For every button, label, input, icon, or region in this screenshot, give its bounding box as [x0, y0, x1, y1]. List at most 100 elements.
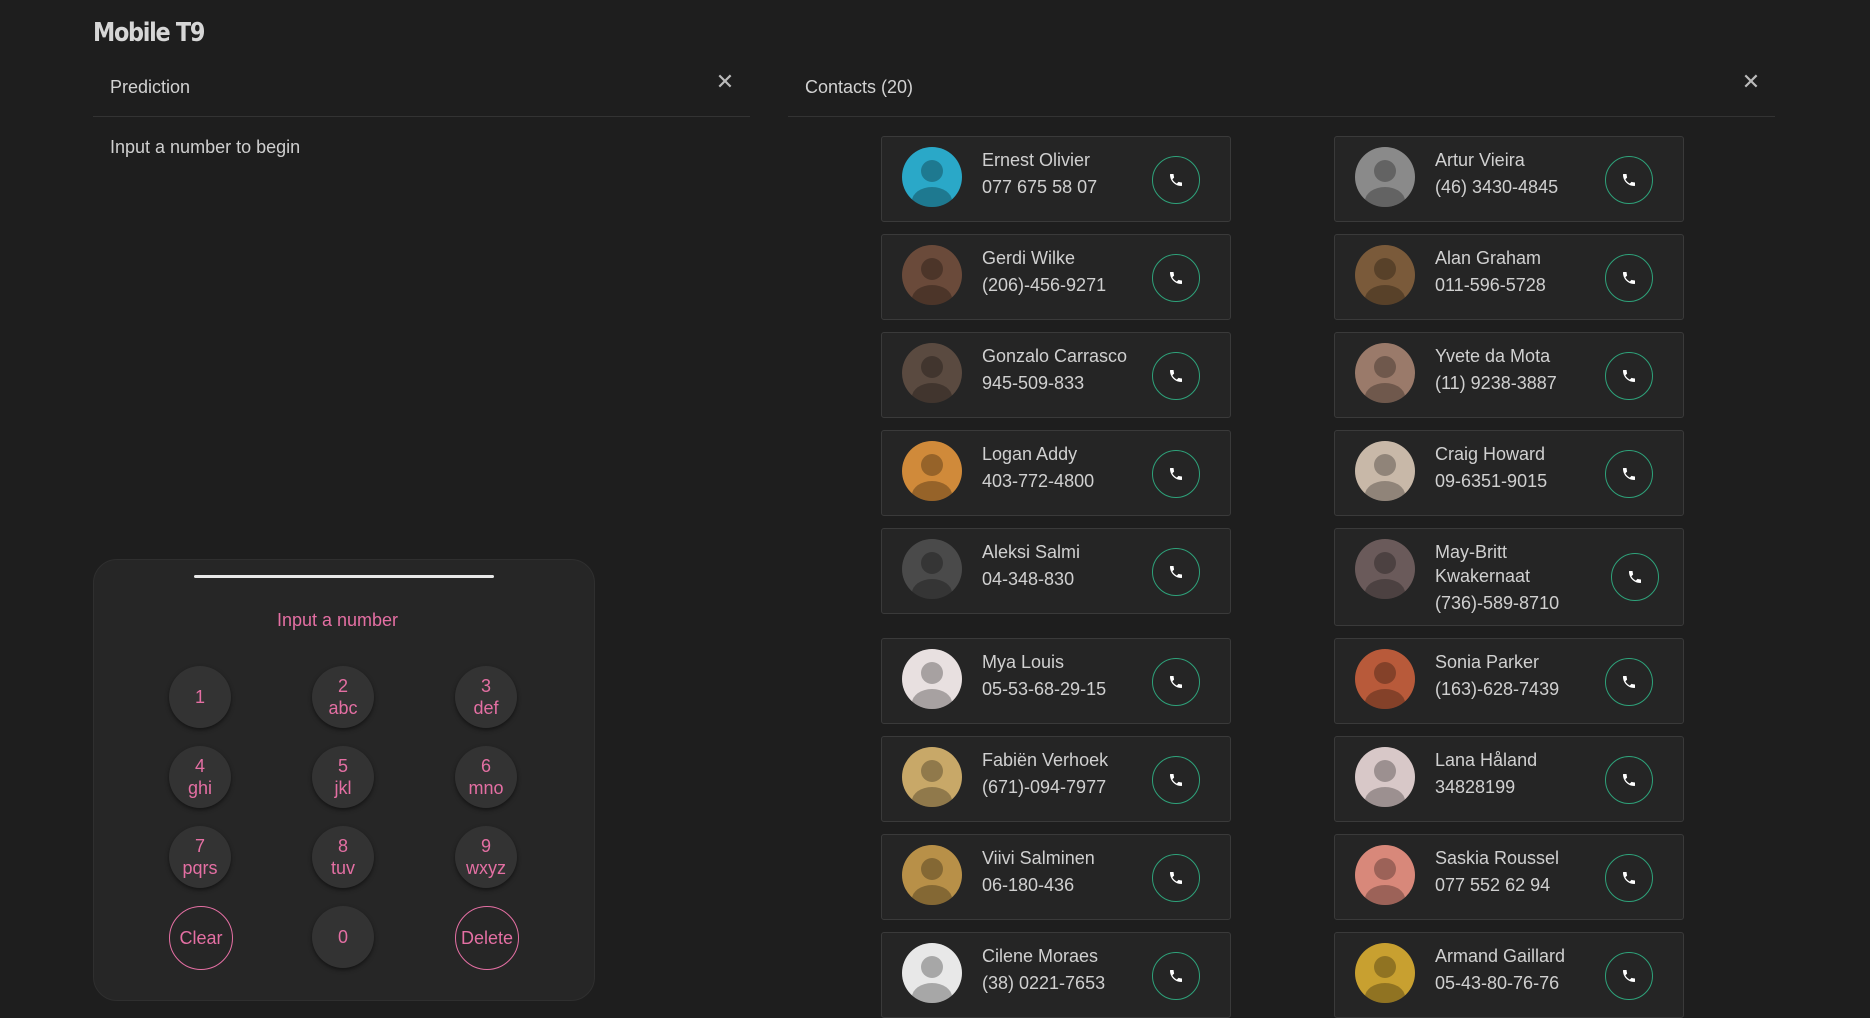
phone-icon [1621, 270, 1637, 286]
phone-icon [1621, 674, 1637, 690]
key-digit: 5 [337, 756, 348, 776]
key-digit: 7 [194, 836, 205, 856]
contact-name: Logan Addy [982, 444, 1078, 464]
call-button[interactable] [1605, 254, 1653, 302]
key-4[interactable]: 4 ghi [169, 746, 231, 808]
contact-phone: 077 552 62 94 [1435, 875, 1551, 895]
close-icon[interactable]: ✕ [1741, 71, 1761, 93]
key-1[interactable]: 1 [169, 666, 231, 728]
key-3[interactable]: 3 def [455, 666, 517, 728]
contact-name: Artur Vieira [1435, 150, 1525, 170]
contact-phone: 945-509-833 [982, 373, 1085, 393]
contacts-header: Contacts (20) ✕ [788, 68, 1775, 117]
contact-name: Gerdi Wilke [982, 248, 1076, 268]
delete-button[interactable]: Delete [455, 906, 519, 970]
contact-name: Sonia Parker [1435, 652, 1540, 672]
avatar [1355, 343, 1415, 403]
call-button[interactable] [1605, 952, 1653, 1000]
contact-name: Aleksi Salmi [982, 542, 1081, 562]
avatar [1355, 147, 1415, 207]
contact-phone: (736)-589-8710 [1435, 593, 1560, 613]
call-button[interactable] [1152, 548, 1200, 596]
contact-name: Yvete da Mota [1435, 346, 1551, 366]
contact-phone: 011-596-5728 [1435, 275, 1546, 295]
contact-card: Armand Gaillard 05-43-80-76-76 [1334, 932, 1684, 1018]
phone-icon [1168, 172, 1184, 188]
call-button[interactable] [1611, 553, 1659, 601]
contact-phone: (38) 0221-7653 [982, 973, 1106, 993]
key-letters: pqrs [182, 858, 218, 878]
contact-phone: 05-53-68-29-15 [982, 679, 1107, 699]
key-digit: 3 [480, 676, 491, 696]
contact-name: Cilene Moraes [982, 946, 1099, 966]
phone-icon [1168, 772, 1184, 788]
contact-card: Aleksi Salmi 04-348-830 [881, 528, 1231, 614]
call-button[interactable] [1152, 658, 1200, 706]
contact-card: Cilene Moraes (38) 0221-7653 [881, 932, 1231, 1018]
key-letters: abc [328, 698, 358, 718]
drag-handle[interactable] [194, 575, 494, 578]
contact-phone: (206)-456-9271 [982, 275, 1107, 295]
key-digit: 2 [337, 676, 348, 696]
phone-icon [1621, 466, 1637, 482]
call-button[interactable] [1152, 756, 1200, 804]
prediction-header: Prediction ✕ [93, 68, 750, 117]
avatar [902, 747, 962, 807]
call-button[interactable] [1152, 352, 1200, 400]
key-digit: Delete [460, 928, 514, 948]
key-6[interactable]: 6 mno [455, 746, 517, 808]
phone-icon [1621, 772, 1637, 788]
contact-card: Alan Graham 011-596-5728 [1334, 234, 1684, 320]
contact-name: Armand Gaillard [1435, 946, 1566, 966]
contact-card: Logan Addy 403-772-4800 [881, 430, 1231, 516]
key-2[interactable]: 2 abc [312, 666, 374, 728]
prediction-panel: Prediction ✕ Input a number to begin [93, 68, 750, 178]
avatar [902, 441, 962, 501]
contact-name: Mya Louis [982, 652, 1065, 672]
avatar [1355, 845, 1415, 905]
call-button[interactable] [1605, 854, 1653, 902]
call-button[interactable] [1152, 156, 1200, 204]
avatar [902, 649, 962, 709]
key-digit: 0 [337, 927, 348, 947]
contact-card: Saskia Roussel 077 552 62 94 [1334, 834, 1684, 920]
call-button[interactable] [1152, 854, 1200, 902]
key-7[interactable]: 7 pqrs [169, 826, 231, 888]
key-digit: 8 [337, 836, 348, 856]
call-button[interactable] [1152, 254, 1200, 302]
contact-phone: 34828199 [1435, 777, 1516, 797]
call-button[interactable] [1605, 352, 1653, 400]
key-letters: wxyz [466, 858, 506, 878]
call-button[interactable] [1152, 450, 1200, 498]
contact-card: Craig Howard 09-6351-9015 [1334, 430, 1684, 516]
phone-icon [1168, 968, 1184, 984]
key-digit: 1 [194, 687, 205, 707]
avatar [902, 245, 962, 305]
key-0[interactable]: 0 [312, 906, 374, 968]
key-5[interactable]: 5 jkl [312, 746, 374, 808]
phone-icon [1168, 564, 1184, 580]
call-button[interactable] [1605, 658, 1653, 706]
key-8[interactable]: 8 tuv [312, 826, 374, 888]
number-input-display[interactable]: Input a number [94, 610, 581, 631]
close-icon[interactable]: ✕ [715, 71, 735, 93]
key-letters: ghi [187, 778, 213, 798]
contact-name: Alan Graham [1435, 248, 1542, 268]
key-letters: def [473, 698, 499, 718]
contact-card: Mya Louis 05-53-68-29-15 [881, 638, 1231, 724]
contact-name: Viivi Salminen [982, 848, 1095, 868]
avatar [1355, 747, 1415, 807]
avatar [902, 147, 962, 207]
avatar [902, 539, 962, 599]
contact-phone: 077 675 58 07 [982, 177, 1098, 197]
avatar [1355, 649, 1415, 709]
call-button[interactable] [1605, 156, 1653, 204]
key-9[interactable]: 9 wxyz [455, 826, 517, 888]
call-button[interactable] [1605, 756, 1653, 804]
app-title: Mobile T9 [93, 18, 205, 48]
clear-button[interactable]: Clear [169, 906, 233, 970]
call-button[interactable] [1605, 450, 1653, 498]
contact-name: Fabiën Verhoek [982, 750, 1109, 770]
call-button[interactable] [1152, 952, 1200, 1000]
key-digit: Clear [179, 928, 223, 948]
